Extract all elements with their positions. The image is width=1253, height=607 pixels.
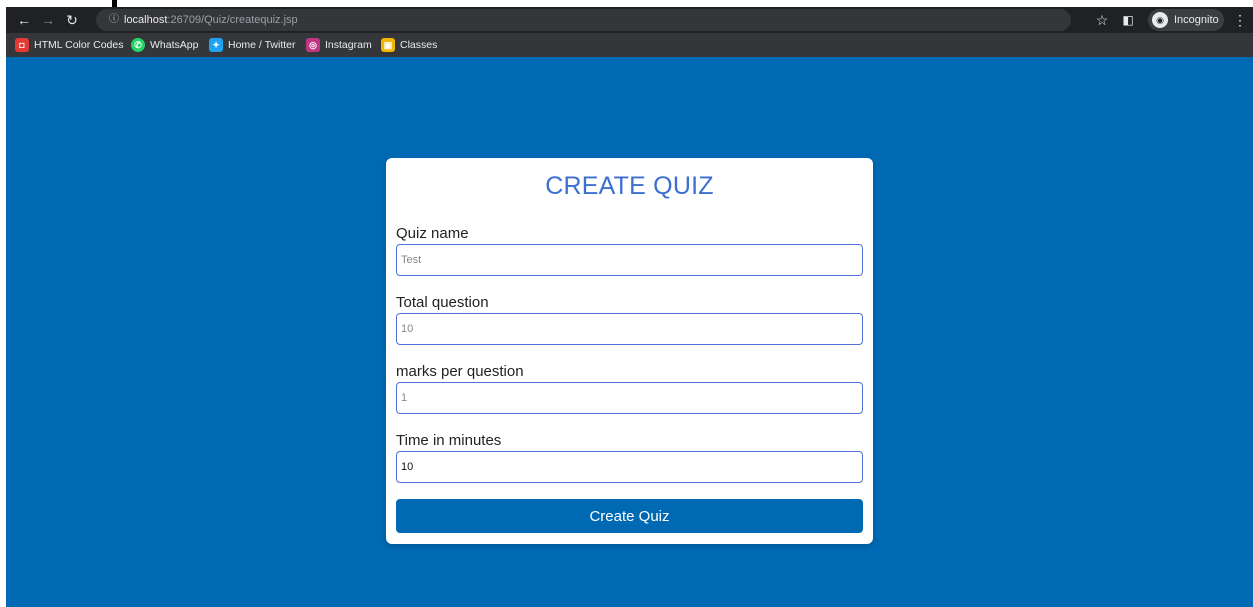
marks-per-question-label: marks per question: [396, 363, 524, 380]
create-quiz-card: CREATE QUIZ Quiz name Total question mar…: [386, 158, 873, 544]
whatsapp-icon: ✆: [131, 38, 145, 53]
site-info-icon[interactable]: ⓘ: [108, 9, 120, 31]
reload-icon[interactable]: ↻: [64, 12, 80, 28]
instagram-icon: ◎: [306, 38, 320, 53]
address-bar[interactable]: ⓘ localhost:26709/Quiz/createquiz.jsp: [96, 9, 1071, 31]
bookmark-whatsapp[interactable]: ✆ WhatsApp: [131, 37, 198, 53]
incognito-label: Incognito: [1174, 14, 1219, 26]
page-background: CREATE QUIZ Quiz name Total question mar…: [6, 57, 1253, 607]
page-title: CREATE QUIZ: [545, 172, 714, 200]
incognito-indicator[interactable]: ◉ Incognito: [1148, 9, 1224, 31]
star-icon[interactable]: ☆: [1094, 12, 1110, 28]
menu-dots-icon[interactable]: ⋮: [1232, 12, 1248, 28]
bookmark-instagram[interactable]: ◎ Instagram: [306, 37, 372, 53]
back-arrow-icon[interactable]: ←: [16, 12, 32, 28]
total-question-input[interactable]: [396, 313, 863, 345]
create-quiz-button[interactable]: Create Quiz: [396, 499, 863, 533]
total-question-label: Total question: [396, 294, 489, 311]
quiz-name-input[interactable]: [396, 244, 863, 276]
time-in-minutes-label: Time in minutes: [396, 432, 502, 449]
time-in-minutes-input[interactable]: [396, 451, 863, 483]
side-panel-icon[interactable]: ◧: [1120, 12, 1136, 28]
marks-per-question-input[interactable]: [396, 382, 863, 414]
forward-arrow-icon[interactable]: →: [40, 12, 56, 28]
quiz-name-label: Quiz name: [396, 225, 469, 242]
address-url: localhost:26709/Quiz/createquiz.jsp: [124, 14, 298, 26]
twitter-bird-icon: ✦: [209, 38, 223, 53]
html-color-codes-icon: ◘: [15, 38, 29, 53]
classes-icon: ▣: [381, 38, 395, 53]
bookmark-html-color-codes[interactable]: ◘ HTML Color Codes: [15, 37, 123, 53]
browser-toolbar: ← → ↻ ⓘ localhost:26709/Quiz/createquiz.…: [6, 7, 1253, 33]
incognito-icon: ◉: [1152, 12, 1168, 28]
bookmarks-bar: ◘ HTML Color Codes ✆ WhatsApp ✦ Home / Twit…: [6, 33, 1253, 57]
bookmark-classes[interactable]: ▣ Classes: [381, 37, 437, 53]
bookmark-twitter[interactable]: ✦ Home / Twitter: [209, 37, 296, 53]
